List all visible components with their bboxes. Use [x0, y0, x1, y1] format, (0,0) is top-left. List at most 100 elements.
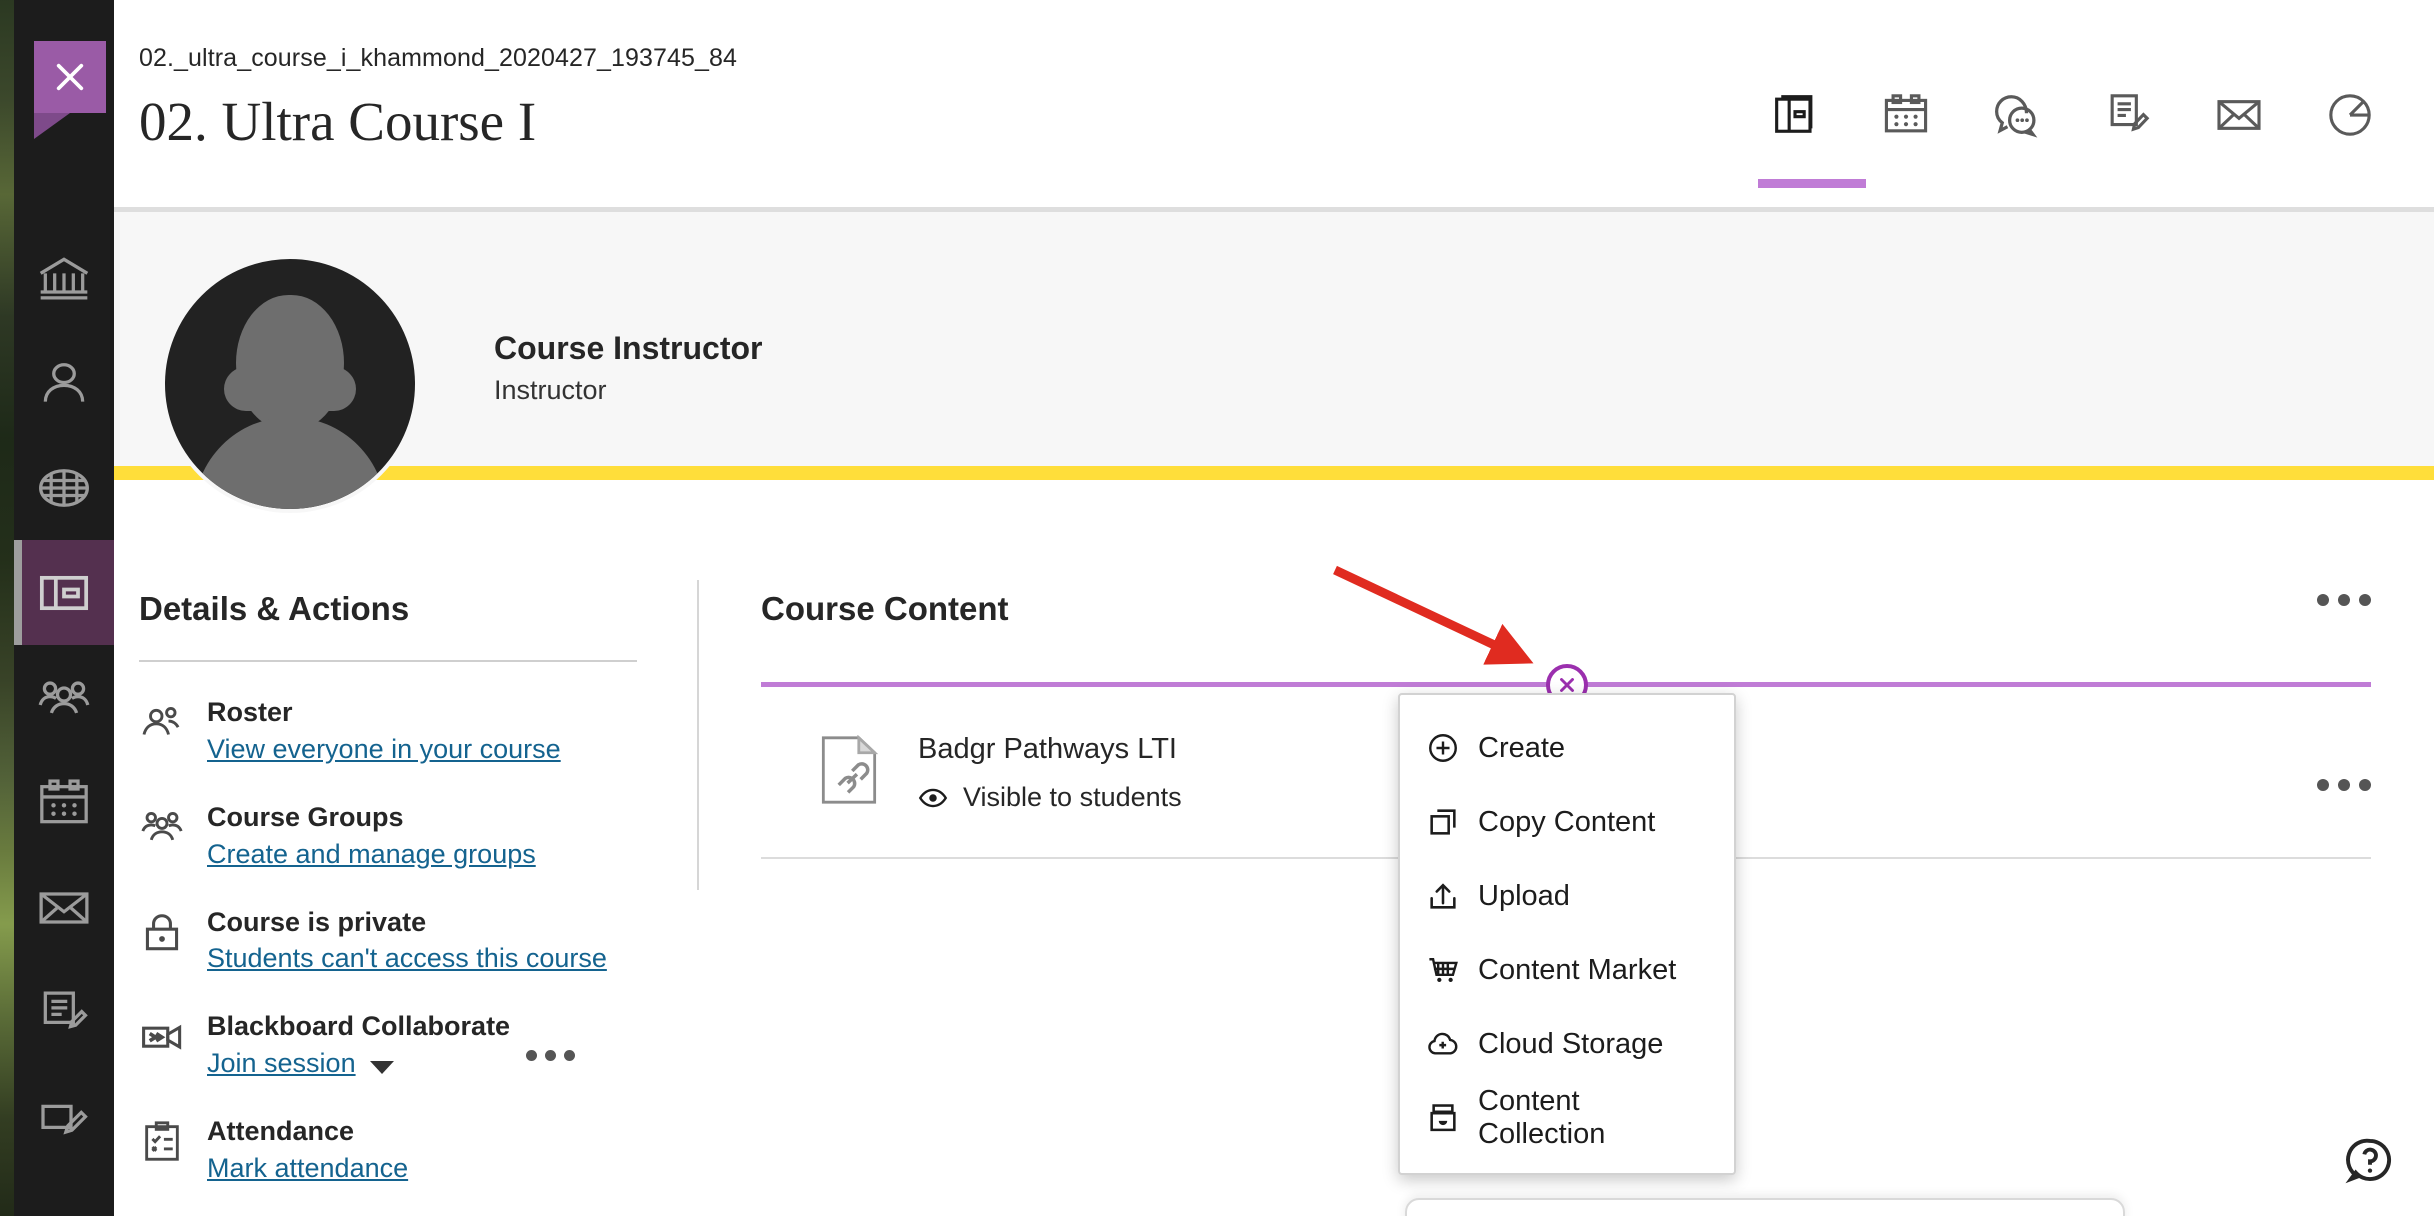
- menu-item-upload[interactable]: Upload: [1400, 859, 1734, 933]
- grades-icon: [43, 991, 88, 1029]
- pie-chart-icon: [2329, 94, 2371, 136]
- collaborate-overflow-menu-button[interactable]: [526, 1050, 575, 1062]
- details-and-actions-panel: Details & Actions Roster View everyone i…: [139, 590, 649, 1216]
- menu-item-copy-content[interactable]: Copy Content: [1400, 785, 1734, 859]
- tab-calendar[interactable]: [1877, 86, 1935, 144]
- course-header: 02._ultra_course_i_khammond_2020427_1937…: [114, 0, 2434, 212]
- breadcrumb: 02._ultra_course_i_khammond_2020427_1937…: [139, 44, 738, 72]
- cloud-plus-icon: [1426, 1027, 1478, 1061]
- details-divider: [139, 660, 637, 662]
- detail-label: Course Groups: [207, 801, 404, 832]
- detail-link-roster[interactable]: View everyone in your course: [207, 734, 561, 765]
- tab-analytics[interactable]: [2321, 86, 2379, 144]
- eye-icon: [918, 788, 948, 807]
- rail-item-organizations[interactable]: [14, 645, 114, 750]
- upload-icon: [1426, 879, 1478, 913]
- plus-circle-icon: [1426, 731, 1478, 765]
- detail-row-attendance: Attendance Mark attendance: [139, 1115, 649, 1184]
- detail-label: Course is private: [207, 906, 427, 937]
- person-icon: [43, 362, 85, 402]
- menu-item-content-collection[interactable]: Content Collection: [1400, 1081, 1734, 1155]
- institution-icon: [39, 256, 89, 299]
- detail-row-course-groups: Course Groups Create and manage groups: [139, 801, 649, 870]
- tab-discussions[interactable]: [1988, 86, 2046, 144]
- rail-item-courses[interactable]: [14, 540, 114, 645]
- cart-icon: [1426, 953, 1478, 987]
- content-item-name: Badgr Pathways LTI: [918, 733, 1177, 765]
- detail-label: Attendance: [207, 1116, 355, 1146]
- instructor-banner: [114, 212, 2434, 476]
- detail-link-course-groups[interactable]: Create and manage groups: [207, 839, 536, 870]
- detail-link-attendance[interactable]: Mark attendance: [207, 1153, 408, 1184]
- course-content-title: Course Content: [761, 590, 1009, 627]
- groups-icon: [38, 680, 90, 714]
- menu-item-create[interactable]: Create: [1400, 711, 1734, 785]
- column-divider: [697, 580, 699, 890]
- envelope-icon: [39, 891, 89, 924]
- book-icon: [1775, 95, 1813, 133]
- page-title: 02. Ultra Course I: [139, 91, 537, 152]
- menu-item-label: Create: [1478, 731, 1566, 764]
- lock-icon: [139, 906, 201, 956]
- detail-row-roster: Roster View everyone in your course: [139, 696, 649, 765]
- menu-item-label: Copy Content: [1478, 805, 1656, 838]
- detail-row-collaborate: Blackboard Collaborate Join session: [139, 1010, 649, 1079]
- chevron-down-icon[interactable]: [369, 1061, 394, 1075]
- detail-link-collaborate[interactable]: Join session: [207, 1048, 356, 1079]
- menu-item-cloud-storage[interactable]: Cloud Storage: [1400, 1007, 1734, 1081]
- globe-icon: [39, 468, 89, 507]
- detail-link-course-privacy[interactable]: Students can't access this course: [207, 943, 607, 974]
- add-content-menu: Create Copy Content Upload Content Marke…: [1398, 693, 1736, 1175]
- instructor-role: Instructor: [494, 375, 607, 405]
- avatar: [161, 255, 419, 513]
- tools-icon: [41, 1104, 88, 1134]
- document-link-icon: [818, 733, 910, 805]
- discussions-icon: [1995, 95, 2038, 138]
- close-course-button[interactable]: [34, 41, 106, 139]
- global-nav-rail: [0, 0, 114, 1216]
- rail-item-messages[interactable]: [14, 855, 114, 960]
- instructor-name: Course Instructor: [494, 330, 763, 366]
- detail-label: Blackboard Collaborate: [207, 1011, 511, 1042]
- rail-item-courses-globe[interactable]: [14, 435, 114, 540]
- banner-accent-bar: [114, 466, 2434, 480]
- question-bubble-icon: [2345, 1138, 2392, 1184]
- active-tab-indicator: [1758, 179, 1866, 188]
- tab-gradebook[interactable]: [2099, 86, 2157, 144]
- bottom-panel-edge: [1405, 1198, 2125, 1216]
- avatar-ears: [224, 367, 356, 411]
- archive-icon: [1426, 1101, 1478, 1135]
- detail-label: Roster: [207, 697, 293, 727]
- help-button[interactable]: [2342, 1132, 2398, 1188]
- menu-item-label: Content Market: [1478, 953, 1677, 986]
- close-icon: [56, 63, 84, 91]
- content-item-overflow-menu-button[interactable]: [2317, 779, 2371, 791]
- menu-item-content-market[interactable]: Content Market: [1400, 933, 1734, 1007]
- content-item-status: Visible to students: [963, 782, 1182, 812]
- calendar-icon: [1884, 94, 1928, 133]
- attendance-icon: [139, 1115, 201, 1165]
- rail-item-grades[interactable]: [14, 960, 114, 1065]
- detail-row-course-privacy: Course is private Students can't access …: [139, 906, 649, 975]
- menu-item-label: Upload: [1478, 879, 1570, 912]
- menu-item-label: Cloud Storage: [1478, 1027, 1664, 1060]
- calendar-icon: [40, 778, 88, 823]
- courses-icon: [39, 575, 89, 610]
- copy-icon: [1426, 805, 1478, 839]
- rail-item-calendar[interactable]: [14, 750, 114, 855]
- envelope-icon: [2217, 100, 2261, 130]
- gradebook-icon: [2110, 94, 2150, 132]
- blackboard-ultra-course-page: 02._ultra_course_i_khammond_2020427_1937…: [0, 0, 2434, 1216]
- course-content-overflow-menu-button[interactable]: [2317, 594, 2371, 606]
- tab-course-content[interactable]: [1758, 86, 1866, 188]
- roster-icon: [139, 696, 201, 746]
- tab-messages[interactable]: [2210, 86, 2268, 144]
- rail-item-tools[interactable]: [14, 1065, 114, 1170]
- avatar-body: [194, 417, 386, 509]
- details-title: Details & Actions: [139, 590, 410, 627]
- menu-item-label: Content Collection: [1478, 1085, 1606, 1150]
- rail-item-list: [14, 225, 114, 1170]
- rail-item-profile[interactable]: [14, 330, 114, 435]
- collaborate-icon: [139, 1010, 201, 1060]
- rail-item-institution-page[interactable]: [14, 225, 114, 330]
